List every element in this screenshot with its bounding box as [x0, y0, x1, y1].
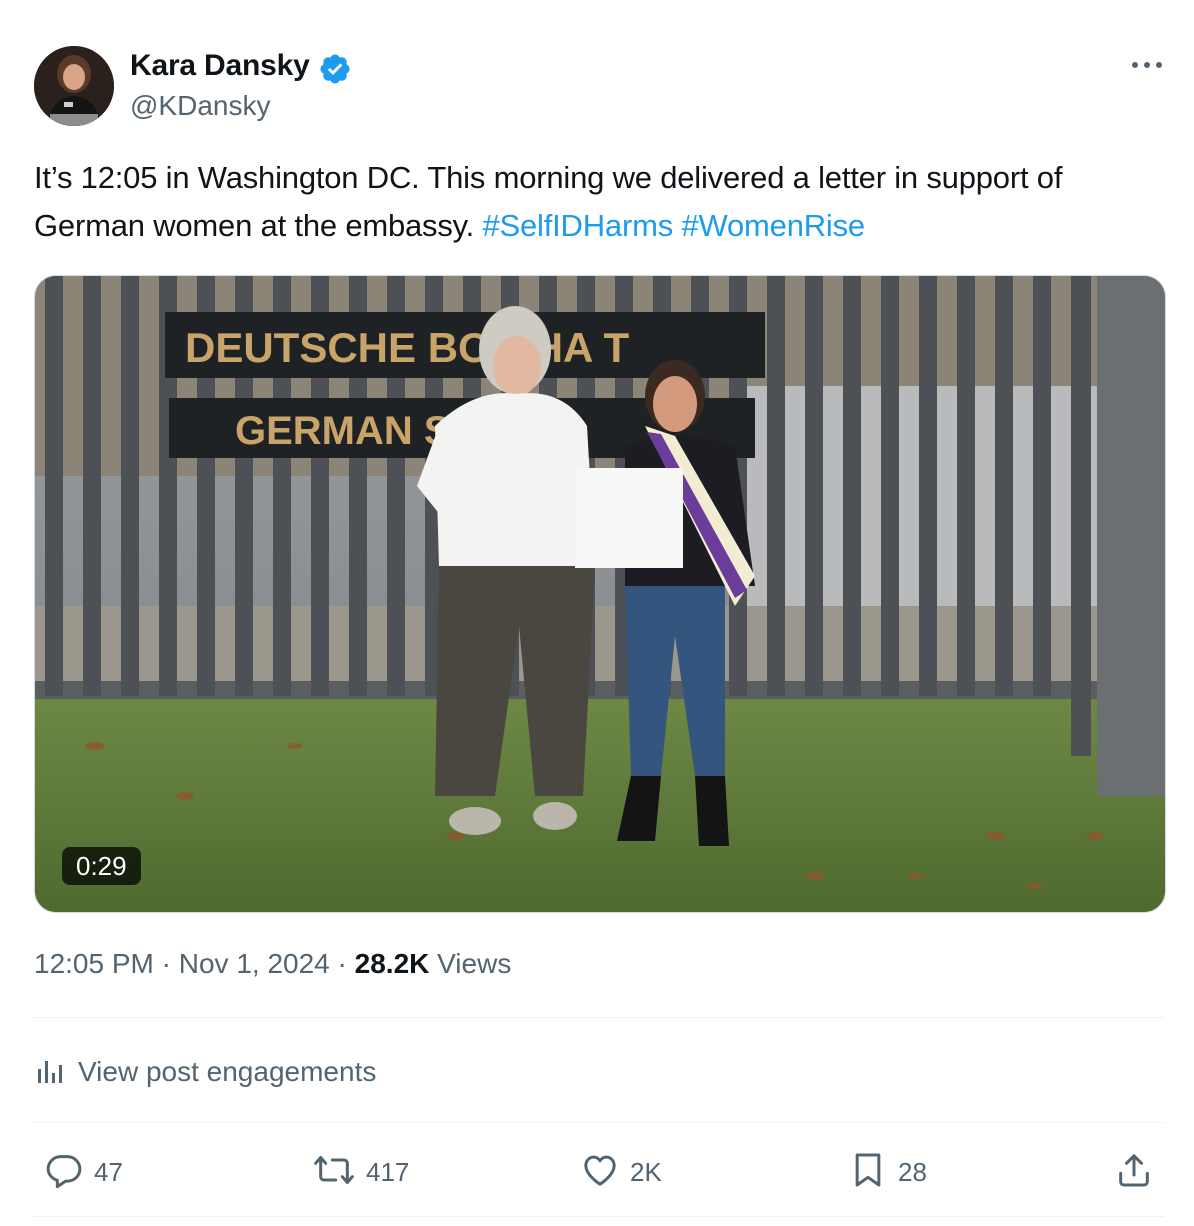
tweet-text: It’s 12:05 in Washington DC. This mornin…	[34, 154, 1164, 250]
avatar[interactable]	[34, 46, 114, 126]
bar-chart-icon	[34, 1055, 64, 1090]
post-time[interactable]: 12:05 PM	[34, 948, 154, 979]
bookmark-button[interactable]: 28	[848, 1150, 927, 1194]
post-meta: 12:05 PM · Nov 1, 2024 · 28.2K Views	[34, 944, 511, 984]
meta-separator: ·	[161, 948, 171, 979]
hashtag-link[interactable]: #WomenRise	[681, 208, 865, 243]
divider	[34, 1216, 1164, 1217]
share-upload-icon	[1114, 1150, 1154, 1195]
views-count: 28.2K	[354, 948, 430, 979]
repost-arrows-icon	[312, 1150, 356, 1195]
meta-separator: ·	[337, 948, 347, 979]
tweet-card: Kara Dansky @KDansky It’s 12:05 in Washi…	[0, 0, 1194, 1226]
more-dots-icon[interactable]	[1124, 50, 1170, 80]
like-button[interactable]: 2K	[580, 1150, 662, 1194]
user-handle[interactable]: @KDansky	[130, 88, 270, 124]
divider	[34, 1017, 1164, 1018]
like-count: 2K	[630, 1156, 662, 1187]
view-engagements-link[interactable]: View post engagements	[34, 1050, 376, 1094]
bookmark-icon	[848, 1150, 888, 1195]
divider	[34, 1122, 1164, 1123]
views-label: Views	[437, 948, 512, 979]
video-duration-badge: 0:29	[62, 847, 141, 885]
video-player[interactable]: DEUTSCHE BO CHA T GERMAN SS	[34, 275, 1166, 913]
bookmark-count: 28	[898, 1156, 927, 1187]
heart-icon	[580, 1150, 620, 1195]
post-date[interactable]: Nov 1, 2024	[179, 948, 330, 979]
display-name[interactable]: Kara Dansky	[130, 48, 310, 84]
share-button[interactable]	[1114, 1150, 1154, 1194]
verified-badge-icon[interactable]	[318, 52, 352, 86]
video-thumbnail: DEUTSCHE BO CHA T GERMAN SS	[35, 276, 1165, 912]
repost-button[interactable]: 417	[312, 1150, 409, 1194]
hashtag-link[interactable]: #SelfIDHarms	[482, 208, 673, 243]
repost-count: 417	[366, 1156, 410, 1187]
reply-button[interactable]: 47	[44, 1150, 123, 1194]
sign-line-1: DEUTSCHE BO CHA T	[185, 324, 629, 371]
reply-count: 47	[94, 1156, 123, 1187]
view-engagements-label: View post engagements	[78, 1056, 377, 1087]
reply-bubble-icon	[44, 1150, 84, 1195]
